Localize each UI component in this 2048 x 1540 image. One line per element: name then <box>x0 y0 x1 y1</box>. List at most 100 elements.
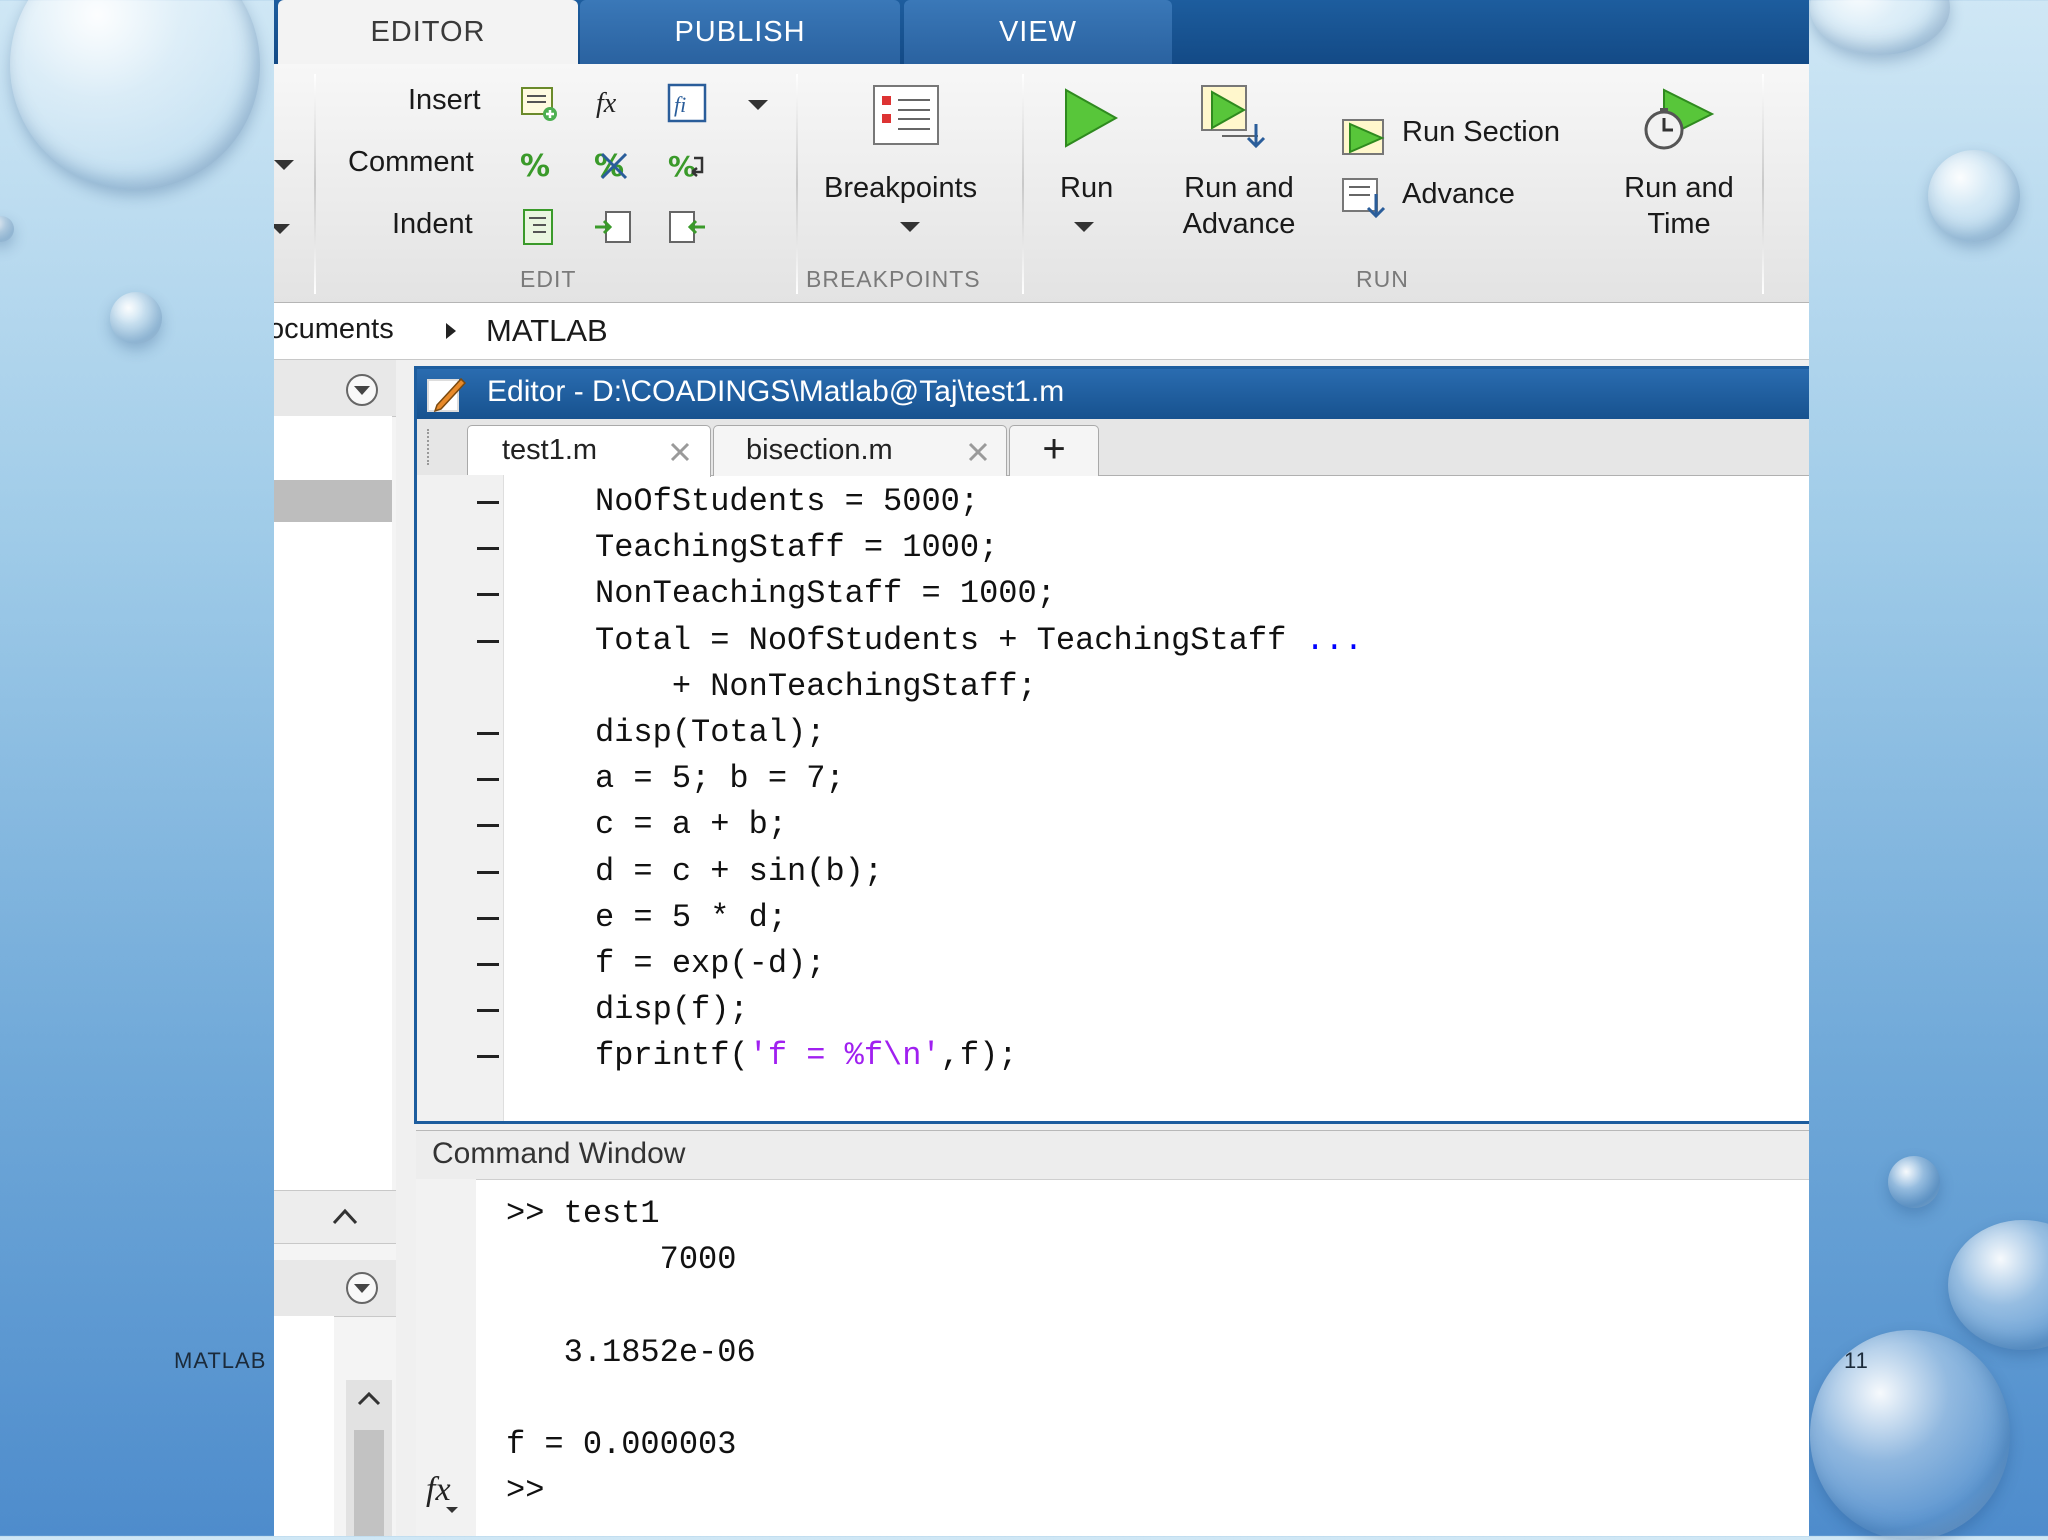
run-and-advance-icon[interactable] <box>1198 82 1268 152</box>
uncomment-icon[interactable]: % <box>592 144 634 186</box>
ribbon-tab-strip: EDITOR PUBLISH VIEW <box>274 0 1809 64</box>
matlab-screenshot: EDITOR PUBLISH VIEW Insert Comment Inden… <box>274 0 1809 1536</box>
comment-label[interactable]: Comment <box>348 146 474 179</box>
code-token: d = c + sin(b); <box>595 852 884 890</box>
code-token: fprintf( <box>595 1037 749 1075</box>
insert-function-icon[interactable]: fx <box>592 82 634 124</box>
executable-line-marker[interactable] <box>477 593 499 597</box>
editor-title-text: Editor - D:\COADINGS\Matlab@Taj\test1.m <box>487 375 1065 408</box>
bubble-decoration <box>1810 0 1950 55</box>
close-tab-icon[interactable] <box>668 440 692 464</box>
tab-publish[interactable]: PUBLISH <box>580 0 900 64</box>
code-text: f = exp(-d); <box>595 941 825 987</box>
panel-actions-chevron-icon[interactable] <box>344 1270 380 1306</box>
close-tab-icon[interactable] <box>966 440 990 464</box>
run-and-advance-line1: Run and <box>1184 172 1294 204</box>
bubble-decoration <box>1928 150 2020 242</box>
code-line[interactable]: NoOfStudents = 5000; <box>417 479 1807 525</box>
section-label-run: RUN <box>1356 266 1409 292</box>
executable-line-marker[interactable] <box>477 1009 499 1013</box>
code-text: c = a + b; <box>595 802 787 848</box>
bubble-decoration <box>10 0 260 190</box>
code-area[interactable]: NoOfStudents = 5000; TeachingStaff = 1000… <box>417 479 1809 1117</box>
code-line[interactable]: disp(Total); <box>417 710 1807 756</box>
executable-line-marker[interactable] <box>477 916 499 920</box>
run-button[interactable]: Run <box>1060 172 1113 205</box>
run-and-advance-button[interactable]: Run and Advance <box>1164 170 1314 242</box>
code-line[interactable]: d = c + sin(b); <box>417 849 1807 895</box>
code-token: NoOfStudents = 5000; <box>595 483 980 520</box>
breakpoints-icon[interactable] <box>870 82 942 148</box>
run-and-time-icon[interactable] <box>1640 84 1716 160</box>
executable-line-marker[interactable] <box>477 547 499 551</box>
executable-line-marker[interactable] <box>477 732 499 735</box>
executable-line-marker[interactable] <box>477 1055 499 1059</box>
insert-local-function-icon[interactable]: fi <box>666 82 708 124</box>
code-token: a = 5; b = 7; <box>595 760 845 798</box>
section-divider <box>314 74 316 294</box>
code-line[interactable]: NonTeachingStaff = 1000; <box>417 571 1807 617</box>
executable-line-marker[interactable] <box>477 639 499 643</box>
code-text: Total = NoOfStudents + TeachingStaff ... <box>595 618 1363 664</box>
advance-icon[interactable] <box>1340 176 1390 220</box>
tab-strip-grip <box>427 429 439 465</box>
code-line[interactable]: e = 5 * d; <box>417 895 1807 941</box>
increase-indent-icon[interactable] <box>592 206 634 248</box>
executable-line-marker[interactable] <box>477 870 499 874</box>
command-window[interactable]: Command Window >> test1 7000 3.1852e-06 f… <box>416 1130 1809 1536</box>
code-line[interactable]: fprintf('f = %f\n',f); <box>417 1033 1807 1079</box>
advance-button[interactable]: Advance <box>1402 178 1515 211</box>
string-literal: 'f = %f\n' <box>748 1037 941 1075</box>
scrollbar-thumb[interactable] <box>354 1430 384 1536</box>
run-and-advance-line2: Advance <box>1182 208 1296 240</box>
plus-icon: + <box>1042 427 1066 471</box>
tab-editor[interactable]: EDITOR <box>278 0 578 64</box>
fx-caret-icon[interactable] <box>446 1507 458 1513</box>
code-text: NoOfStudents = 5000; <box>595 479 979 525</box>
new-tab-button[interactable]: + <box>1009 425 1099 476</box>
panel-actions-chevron-icon[interactable] <box>344 372 380 408</box>
insert-label[interactable]: Insert <box>408 84 481 117</box>
bubble-decoration <box>110 292 162 344</box>
indent-label[interactable]: Indent <box>392 208 473 241</box>
run-section-button[interactable]: Run Section <box>1402 116 1560 149</box>
chevron-down-icon[interactable] <box>748 100 768 110</box>
code-line[interactable]: c = a + b; <box>417 802 1807 848</box>
chevron-down-icon[interactable] <box>274 224 290 234</box>
smart-indent-icon[interactable] <box>518 206 560 248</box>
chevron-down-icon[interactable] <box>274 160 294 170</box>
executable-line-marker[interactable] <box>477 824 499 828</box>
code-token: disp(Total); <box>595 714 826 751</box>
breadcrumb-matlab[interactable]: MATLAB <box>486 313 608 349</box>
wrap-comments-icon[interactable]: % <box>666 144 708 186</box>
file-tab-test1[interactable]: test1.m <box>467 425 711 477</box>
chevron-down-icon[interactable] <box>900 222 920 232</box>
breadcrumb-documents[interactable]: ocuments <box>274 313 394 346</box>
chevron-down-icon[interactable] <box>1074 222 1094 232</box>
breakpoints-button[interactable]: Breakpoints <box>824 172 977 205</box>
run-icon[interactable] <box>1058 86 1122 150</box>
tab-view[interactable]: VIEW <box>904 0 1172 64</box>
command-output[interactable]: >> test1 7000 3.1852e-06 f = 0.000003 >> <box>416 1191 1809 1536</box>
code-line[interactable]: disp(f); <box>417 987 1807 1033</box>
code-line[interactable]: f = exp(-d); <box>417 941 1807 987</box>
executable-line-marker[interactable] <box>477 778 499 782</box>
executable-line-marker[interactable] <box>477 501 499 504</box>
fx-icon[interactable]: fx <box>426 1471 451 1509</box>
run-section-icon[interactable] <box>1340 114 1390 158</box>
code-line[interactable]: Total = NoOfStudents + TeachingStaff ... <box>417 618 1807 664</box>
chevron-up-icon[interactable] <box>330 1203 360 1229</box>
decrease-indent-icon[interactable] <box>666 206 708 248</box>
insert-section-icon[interactable] <box>518 82 560 124</box>
chevron-up-icon[interactable] <box>354 1386 384 1412</box>
code-line[interactable]: a = 5; b = 7; <box>417 756 1807 802</box>
workspace-scrollbar[interactable] <box>346 1380 392 1536</box>
executable-line-marker[interactable] <box>477 963 499 966</box>
file-tab-bisection[interactable]: bisection.m <box>713 425 1007 476</box>
code-line[interactable]: + NonTeachingStaff; <box>417 664 1807 710</box>
comment-icon[interactable]: % <box>518 144 560 186</box>
panel-selected-row[interactable] <box>274 480 392 522</box>
code-token: NonTeachingStaff = 1000; <box>595 575 1056 613</box>
code-line[interactable]: TeachingStaff = 1000; <box>417 525 1807 571</box>
run-and-time-button[interactable]: Run and Time <box>1604 170 1754 242</box>
